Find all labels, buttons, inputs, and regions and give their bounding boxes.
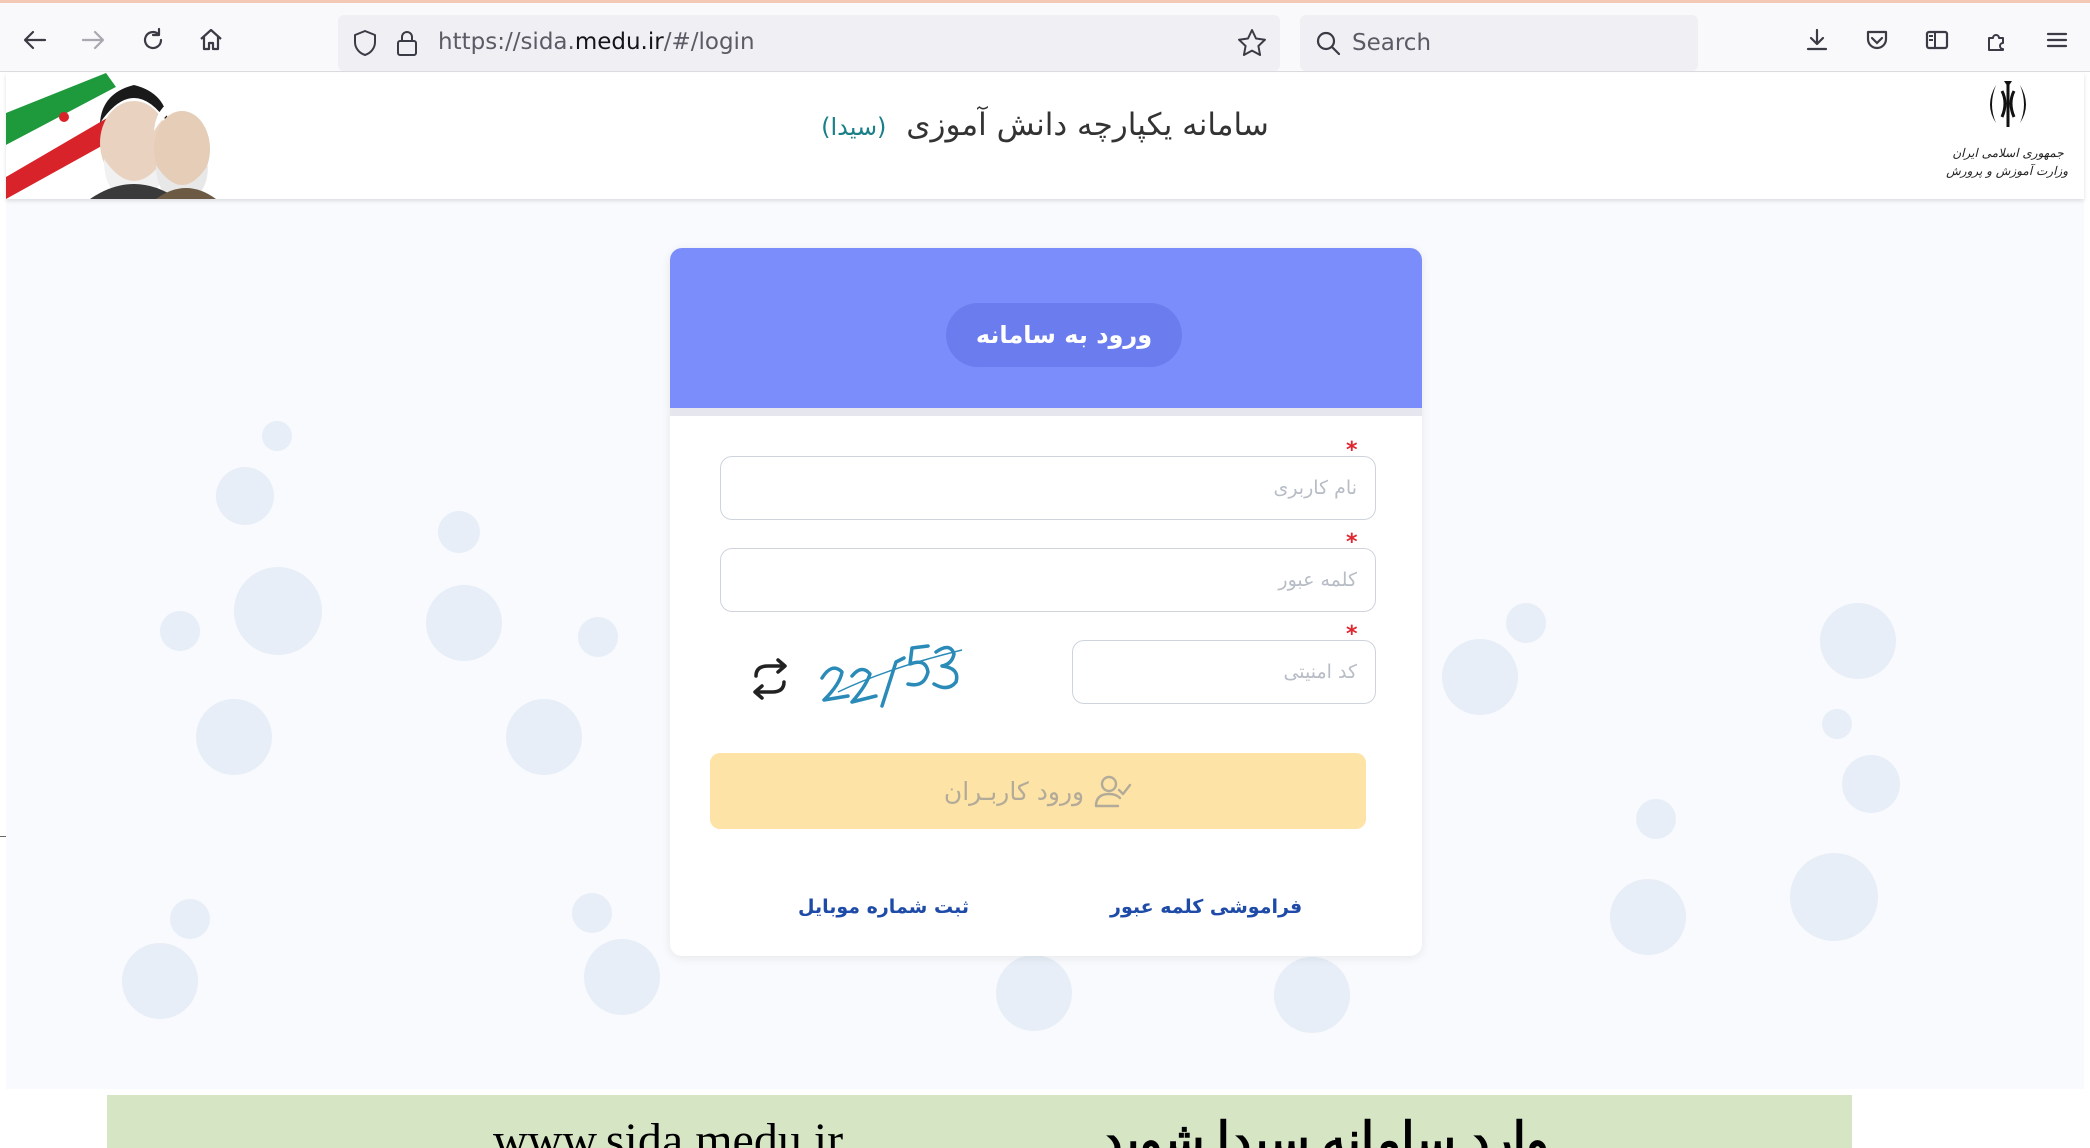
background-bubble xyxy=(426,585,502,661)
back-arrow-icon[interactable] xyxy=(20,25,50,55)
background-bubble xyxy=(1842,755,1900,813)
background-bubble xyxy=(1790,853,1878,941)
register-mobile-link[interactable]: ثبت شماره موبایل xyxy=(798,896,969,918)
background-bubble xyxy=(438,511,480,553)
page-root: https://sida.medu.ir/#/login Search ساما… xyxy=(0,0,2090,1148)
logo-text-line1: جمهوری اسلامی ایران xyxy=(1952,146,2064,160)
user-check-icon xyxy=(1094,775,1132,808)
login-card-header: ورود به سامانه xyxy=(670,248,1422,416)
background-bubble xyxy=(170,899,210,939)
background-bubble xyxy=(1610,879,1686,955)
background-bubble xyxy=(122,943,198,1019)
site-header: سامانه یکپارچه دانش آموزی (سیدا) جمهوری … xyxy=(6,73,2084,199)
background-bubble xyxy=(1506,603,1546,643)
background-bubble xyxy=(1636,799,1676,839)
extensions-icon[interactable] xyxy=(1982,25,2012,55)
background-bubble xyxy=(584,939,660,1015)
shield-icon[interactable] xyxy=(350,28,380,58)
background-bubble xyxy=(572,893,612,933)
home-icon[interactable] xyxy=(196,25,226,55)
iran-emblem-icon xyxy=(1948,77,2068,144)
background-bubble xyxy=(1442,639,1518,715)
forgot-password-link[interactable]: فراموشی کلمه عبور xyxy=(1110,896,1302,918)
login-card: ورود به سامانه * * * xyxy=(670,248,1422,956)
logo-text-line2: وزارت آموزش و پرورش xyxy=(1946,164,2068,178)
background-bubble xyxy=(216,467,274,525)
banner-url-text: www.sida.medu.ir xyxy=(493,1114,844,1148)
background-bubble xyxy=(996,955,1072,1031)
address-bar[interactable]: https://sida.medu.ir/#/login xyxy=(338,15,1280,71)
password-input[interactable] xyxy=(720,548,1376,612)
captcha-input[interactable] xyxy=(1072,640,1376,704)
refresh-captcha-icon[interactable] xyxy=(746,658,794,700)
url-text[interactable]: https://sida.medu.ir/#/login xyxy=(438,29,755,55)
forward-arrow-icon[interactable] xyxy=(78,25,108,55)
reload-icon[interactable] xyxy=(138,25,168,55)
pocket-icon[interactable] xyxy=(1862,25,1892,55)
search-icon xyxy=(1316,31,1341,56)
ministry-logo: جمهوری اسلامی ایران وزارت آموزش و پرورش xyxy=(1946,77,2068,195)
login-card-title: ورود به سامانه xyxy=(946,303,1182,367)
background-bubble xyxy=(234,567,322,655)
search-bar[interactable]: Search xyxy=(1300,15,1698,71)
captcha-image xyxy=(820,644,963,708)
sidebar-icon[interactable] xyxy=(1922,25,1952,55)
background-bubble xyxy=(262,421,292,451)
page-title-text: سامانه یکپارچه دانش آموزی xyxy=(906,107,1269,143)
login-button[interactable]: ورود کاربـران xyxy=(710,753,1366,829)
background-bubble xyxy=(1822,709,1852,739)
edge-tick xyxy=(0,836,6,837)
username-input[interactable] xyxy=(720,456,1376,520)
background-bubble xyxy=(160,611,200,651)
background-bubble xyxy=(1820,603,1896,679)
background-bubble xyxy=(506,699,582,775)
star-icon[interactable] xyxy=(1236,27,1268,59)
lock-icon[interactable] xyxy=(394,28,420,58)
download-icon[interactable] xyxy=(1802,25,1832,55)
background-bubble xyxy=(196,699,272,775)
bottom-banner: www.sida.medu.ir وارد سامانه سیدا شوید xyxy=(107,1095,1852,1148)
browser-toolbar: https://sida.medu.ir/#/login Search xyxy=(0,0,2090,72)
page-title-accent: (سیدا) xyxy=(821,113,887,141)
background-bubble xyxy=(578,617,618,657)
search-placeholder: Search xyxy=(1352,30,1432,56)
banner-persian-text: وارد سامانه سیدا شوید xyxy=(1101,1114,1550,1148)
menu-icon[interactable] xyxy=(2042,25,2072,55)
background-bubble xyxy=(1274,957,1350,1033)
login-button-label: ورود کاربـران xyxy=(943,776,1085,806)
page-title: سامانه یکپارچه دانش آموزی (سیدا) xyxy=(6,107,2084,143)
